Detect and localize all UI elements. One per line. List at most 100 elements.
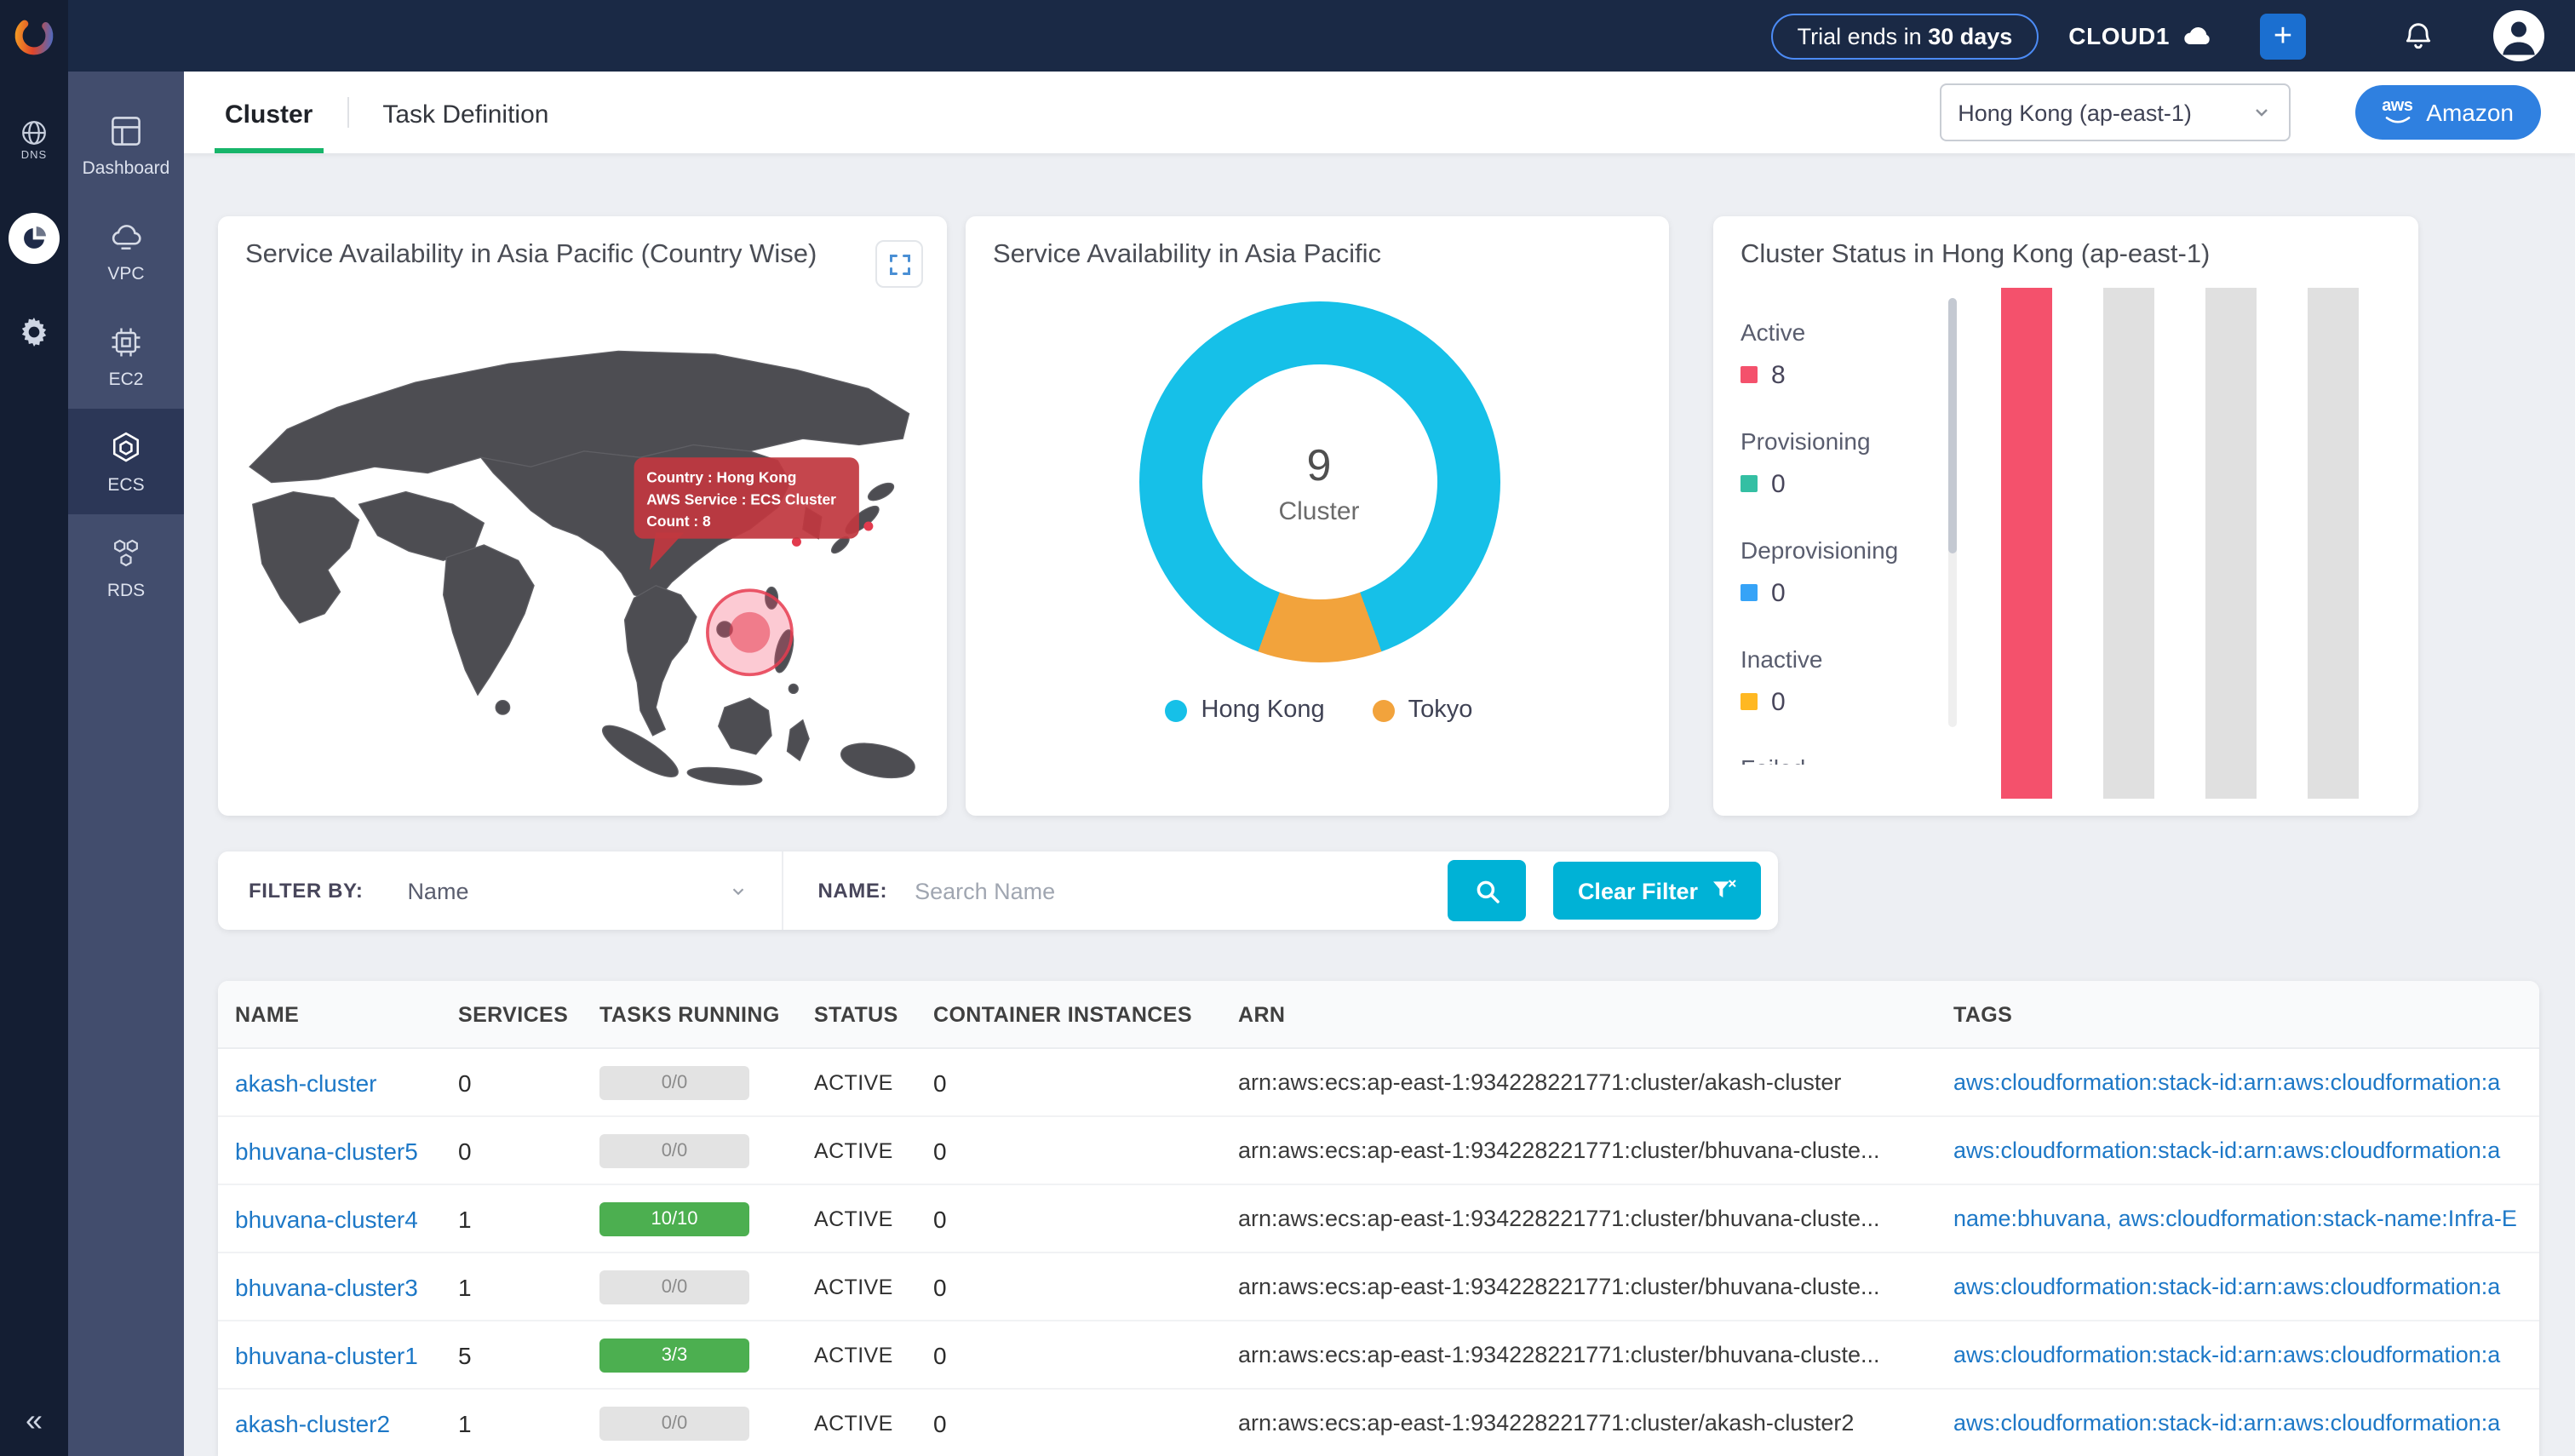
legend-label: Tokyo — [1408, 696, 1473, 724]
cluster-count-label: Cluster — [1278, 496, 1359, 525]
amazon-provider-button[interactable]: aws Amazon — [2354, 85, 2541, 140]
cluster-tags-link[interactable]: aws:cloudformation:stack-id:arn:aws:clou… — [1953, 1274, 2522, 1299]
chevron-down-icon — [2251, 102, 2271, 123]
tasks-running-badge: 10/10 — [599, 1201, 749, 1235]
rail-item-settings[interactable] — [17, 315, 51, 349]
rail-item-dns[interactable]: DNS — [19, 118, 49, 162]
name-label: NAME: — [817, 879, 887, 903]
status-label: Provisioning — [1741, 427, 1948, 455]
legend-scrollbar-thumb[interactable] — [1948, 298, 1957, 553]
region-value: Hong Kong (ap-east-1) — [1958, 100, 2192, 125]
bar-active — [2001, 288, 2052, 799]
status-legend-item-inactive: Inactive 0 — [1741, 645, 1948, 717]
status-bar-chart — [1967, 288, 2394, 799]
sidebar-item-dashboard[interactable]: Dashboard — [68, 92, 184, 198]
sidebar-item-rds[interactable]: RDS — [68, 514, 184, 620]
status-swatch — [1741, 366, 1758, 383]
table-row: bhuvana-cluster4 1 10/10 ACTIVE 0 arn:aw… — [218, 1185, 2539, 1253]
tab-task-definition[interactable]: Task Definition — [372, 72, 559, 153]
legend-tokyo[interactable]: Tokyo — [1373, 696, 1473, 724]
tab-divider — [347, 97, 348, 128]
add-button[interactable]: + — [2260, 13, 2306, 59]
settings-gear-icon — [17, 315, 51, 349]
cluster-name-link[interactable]: akash-cluster2 — [235, 1409, 458, 1436]
expand-map-button[interactable] — [875, 240, 923, 288]
status-label: Active — [1741, 318, 1948, 346]
pie-chart-icon — [20, 225, 48, 252]
column-header-name: NAME — [235, 1002, 458, 1026]
cluster-tags-link[interactable]: name:bhuvana, aws:cloudformation:stack-n… — [1953, 1206, 2522, 1231]
cluster-tags-link[interactable]: aws:cloudformation:stack-id:arn:aws:clou… — [1953, 1410, 2522, 1436]
status-swatch — [1741, 693, 1758, 710]
sidebar-item-ec2[interactable]: EC2 — [68, 303, 184, 409]
app-window: DNS « Trial ends in 30 days CLOUD1 — [0, 0, 2575, 1456]
sidebar-item-ecs[interactable]: ECS — [68, 409, 184, 514]
topbar: Trial ends in 30 days CLOUD1 + — [68, 0, 2575, 72]
services-count: 5 — [458, 1341, 599, 1368]
rail-item-monitoring[interactable] — [9, 213, 60, 264]
cluster-arn: arn:aws:ecs:ap-east-1:934228221771:clust… — [1238, 1206, 1953, 1231]
org-menu[interactable]: CLOUD1 — [2068, 22, 2216, 49]
tooltip-country: Country : Hong Kong — [646, 469, 796, 486]
sidebar-collapse-button[interactable]: « — [0, 1405, 68, 1436]
app-logo[interactable] — [12, 14, 56, 66]
ecs-hexagon-icon — [107, 428, 145, 466]
services-count: 0 — [458, 1137, 599, 1164]
sidebar-item-vpc[interactable]: VPC — [68, 198, 184, 303]
cluster-tags-link[interactable]: aws:cloudformation:stack-id:arn:aws:clou… — [1953, 1138, 2522, 1163]
sidebar: Dashboard VPC EC2 ECS RDS — [68, 72, 184, 1456]
content: Service Availability in Asia Pacific (Co… — [184, 153, 2575, 1456]
sidebar-item-label: Dashboard — [83, 158, 170, 178]
clear-filter-label: Clear Filter — [1578, 878, 1698, 903]
asia-map[interactable]: Country : Hong Kong AWS Service : ECS Cl… — [245, 298, 920, 792]
search-button[interactable] — [1448, 860, 1527, 921]
main-area: Cluster Task Definition Hong Kong (ap-ea… — [184, 72, 2575, 1456]
cluster-tags-link[interactable]: aws:cloudformation:stack-id:arn:aws:clou… — [1953, 1069, 2522, 1095]
amazon-label: Amazon — [2426, 99, 2514, 126]
filter-by-select[interactable]: Name — [407, 878, 748, 903]
cluster-name-link[interactable]: bhuvana-cluster3 — [235, 1273, 458, 1300]
legend-dot-hong-kong — [1166, 699, 1188, 721]
search-input[interactable] — [915, 878, 1448, 903]
tasks-running-badge: 3/3 — [599, 1338, 749, 1372]
cluster-name-link[interactable]: bhuvana-cluster5 — [235, 1137, 458, 1164]
sidebar-item-label: ECS — [107, 474, 144, 495]
bar-placeholder — [2103, 288, 2154, 799]
cluster-name-link[interactable]: bhuvana-cluster4 — [235, 1205, 458, 1232]
aws-logo-icon: aws — [2382, 99, 2412, 126]
column-header-services: SERVICES — [458, 1002, 599, 1026]
fullscreen-icon — [886, 251, 912, 277]
cluster-name-link[interactable]: akash-cluster — [235, 1069, 458, 1096]
table-row: bhuvana-cluster5 0 0/0 ACTIVE 0 arn:aws:… — [218, 1117, 2539, 1185]
bar-placeholder — [2308, 288, 2359, 799]
services-count: 1 — [458, 1409, 599, 1436]
table-row: akash-cluster 0 0/0 ACTIVE 0 arn:aws:ecs… — [218, 1049, 2539, 1117]
status-count: 0 — [1771, 578, 1786, 607]
clear-filter-button[interactable]: Clear Filter — [1554, 862, 1761, 920]
user-avatar[interactable] — [2493, 10, 2544, 61]
map-card: Service Availability in Asia Pacific (Co… — [218, 216, 947, 816]
tab-cluster[interactable]: Cluster — [215, 72, 323, 153]
status-label: Deprovisioning — [1741, 536, 1948, 564]
status-legend: Active 8 Provisioning 0 Deprovisioning 0 — [1741, 288, 1948, 765]
status-value: ACTIVE — [814, 1207, 933, 1230]
donut-card: Service Availability in Asia Pacific 9 C… — [966, 216, 1669, 816]
bell-icon — [2401, 19, 2435, 53]
container-instances-count: 0 — [933, 1273, 1238, 1300]
cluster-arn: arn:aws:ecs:ap-east-1:934228221771:clust… — [1238, 1342, 1953, 1367]
cluster-name-link[interactable]: bhuvana-cluster1 — [235, 1341, 458, 1368]
legend-hong-kong[interactable]: Hong Kong — [1166, 696, 1325, 724]
status-value: ACTIVE — [814, 1070, 933, 1094]
rds-database-icon — [107, 534, 145, 571]
donut-card-title: Service Availability in Asia Pacific — [993, 240, 1645, 271]
active-service-badge — [9, 213, 60, 264]
cluster-tags-link[interactable]: aws:cloudformation:stack-id:arn:aws:clou… — [1953, 1342, 2522, 1367]
status-legend-item-deprovisioning: Deprovisioning 0 — [1741, 536, 1948, 608]
table-row: bhuvana-cluster3 1 0/0 ACTIVE 0 arn:aws:… — [218, 1253, 2539, 1321]
services-count: 1 — [458, 1205, 599, 1232]
status-count: 0 — [1771, 469, 1786, 498]
trial-badge[interactable]: Trial ends in 30 days — [1772, 13, 2039, 59]
notifications-button[interactable] — [2401, 19, 2435, 53]
dns-globe-icon — [19, 118, 49, 148]
region-select[interactable]: Hong Kong (ap-east-1) — [1939, 83, 2290, 141]
